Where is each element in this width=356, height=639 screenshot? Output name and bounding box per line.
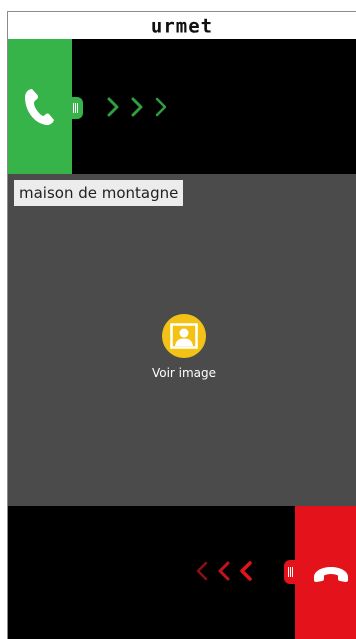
answer-call-button[interactable] — [8, 39, 72, 174]
intercom-call-screen: urmet maison de montagne Voir image — [7, 11, 356, 639]
caller-location-label: maison de montagne — [14, 180, 184, 206]
grip-icon — [73, 103, 79, 113]
grip-icon — [288, 567, 294, 577]
chevron-left-icon — [196, 561, 208, 581]
swipe-left-arrows — [195, 559, 253, 583]
swipe-right-arrows — [106, 95, 168, 119]
brand-logo: urmet — [150, 13, 214, 38]
view-image-button[interactable]: Voir image — [148, 314, 220, 394]
view-image-circle — [162, 314, 206, 358]
chevron-right-icon — [131, 97, 143, 117]
chevron-right-icon — [107, 97, 119, 117]
chevron-left-icon — [240, 561, 252, 581]
phone-hangup-icon — [314, 567, 348, 582]
answer-slider-handle[interactable] — [69, 97, 83, 119]
hangup-call-button[interactable] — [295, 506, 356, 639]
answer-slider-track[interactable] — [8, 39, 356, 174]
chevron-left-icon — [218, 561, 230, 581]
brand-header: urmet — [8, 12, 356, 39]
phone-answer-icon — [25, 89, 54, 126]
view-image-label: Voir image — [151, 366, 217, 380]
chevron-right-icon — [155, 97, 167, 117]
portrait-icon — [170, 323, 198, 349]
hangup-slider-track[interactable] — [8, 506, 356, 639]
video-area: maison de montagne Voir image — [8, 174, 356, 506]
